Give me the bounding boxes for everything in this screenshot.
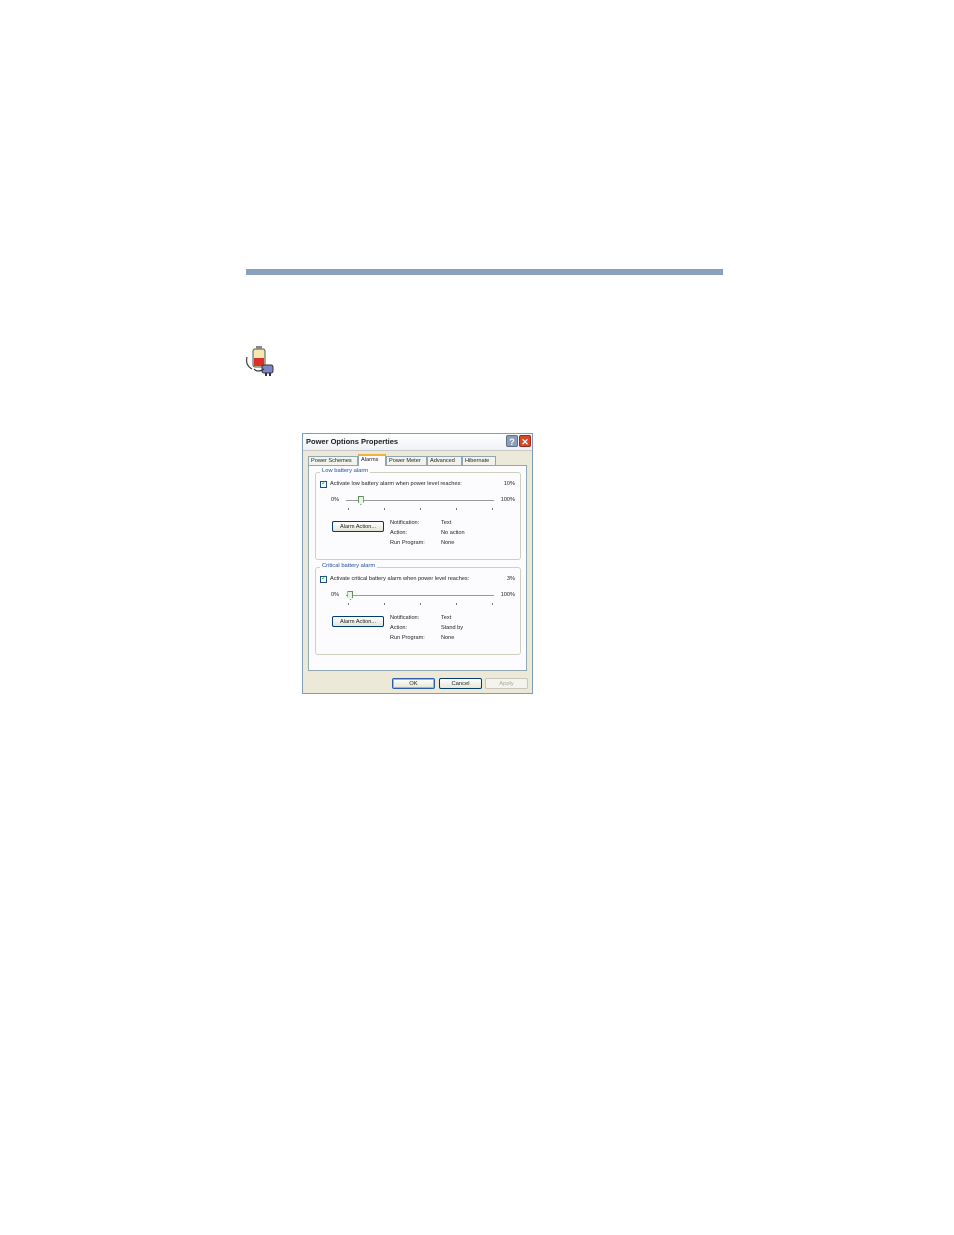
low-battery-group-label: Low battery alarm <box>320 468 371 474</box>
critical-alarm-action-button[interactable]: Alarm Action... <box>332 616 384 627</box>
low-slider-track[interactable] <box>346 500 494 502</box>
low-alarm-action-button[interactable]: Alarm Action... <box>332 521 384 532</box>
critical-slider-tick <box>492 603 493 605</box>
critical-slider-tick <box>384 603 385 605</box>
low-action-value: No action <box>441 530 465 536</box>
critical-notification-value: Text <box>441 615 452 621</box>
tab-power-meter[interactable]: Power Meter <box>386 456 427 465</box>
critical-program-value: None <box>441 635 455 641</box>
tab-alarms[interactable]: Alarms <box>358 454 386 466</box>
help-button[interactable]: ? <box>506 435 518 447</box>
critical-action-value: Stand by <box>441 625 464 631</box>
critical-slider-tick <box>456 603 457 605</box>
critical-notification-label: Notification: <box>390 615 420 621</box>
low-slider-tick <box>384 508 385 510</box>
low-action-label: Action: <box>390 530 408 536</box>
critical-battery-value: 3% <box>506 576 515 582</box>
critical-battery-group-label: Critical battery alarm <box>320 563 378 569</box>
critical-action-label: Action: <box>390 625 408 631</box>
critical-slider-tick <box>420 603 421 605</box>
low-notification-value: Text <box>441 520 452 526</box>
critical-battery-group: Critical battery alarm Activate critical… <box>315 563 521 655</box>
low-slider-tick <box>348 508 349 510</box>
critical-slider-thumb[interactable] <box>347 591 354 600</box>
low-program-label: Run Program: <box>390 540 425 546</box>
critical-program-label: Run Program: <box>390 635 425 641</box>
low-slider-min: 0% <box>331 497 340 503</box>
critical-slider-max: 100% <box>500 592 515 598</box>
close-button[interactable]: ✕ <box>519 435 531 447</box>
tab-advanced[interactable]: Advanced <box>427 456 462 465</box>
critical-slider-tick <box>348 603 349 605</box>
critical-battery-checkbox[interactable] <box>320 574 327 583</box>
low-slider-max: 100% <box>500 497 515 503</box>
title-bar[interactable]: Power Options Properties ? ✕ <box>303 434 532 451</box>
cancel-button[interactable]: Cancel <box>439 678 482 689</box>
ok-button[interactable]: OK <box>392 678 435 689</box>
low-battery-checkbox[interactable] <box>320 479 327 488</box>
low-slider-thumb[interactable] <box>357 496 364 505</box>
apply-button: Apply <box>485 678 528 689</box>
critical-slider-min: 0% <box>331 592 340 598</box>
battery-plug-icon <box>245 346 274 376</box>
alarms-panel: Low battery alarm Activate low battery a… <box>308 465 527 671</box>
low-slider-tick <box>492 508 493 510</box>
low-program-value: None <box>441 540 455 546</box>
low-battery-group: Low battery alarm Activate low battery a… <box>315 468 521 560</box>
dialog-title: Power Options Properties <box>306 437 399 446</box>
tab-hibernate[interactable]: Hibernate <box>462 456 496 465</box>
low-slider-tick <box>420 508 421 510</box>
header-rule <box>246 269 723 275</box>
critical-slider-track[interactable] <box>346 595 494 597</box>
power-options-dialog: Power Options Properties ? ✕ Power Schem… <box>302 433 533 694</box>
low-slider-tick <box>456 508 457 510</box>
low-notification-label: Notification: <box>390 520 420 526</box>
critical-battery-checkbox-label[interactable]: Activate critical battery alarm when pow… <box>330 576 469 582</box>
low-battery-checkbox-label[interactable]: Activate low battery alarm when power le… <box>330 481 462 487</box>
low-battery-value: 10% <box>503 481 515 487</box>
tab-power-schemes[interactable]: Power Schemes <box>308 456 358 465</box>
